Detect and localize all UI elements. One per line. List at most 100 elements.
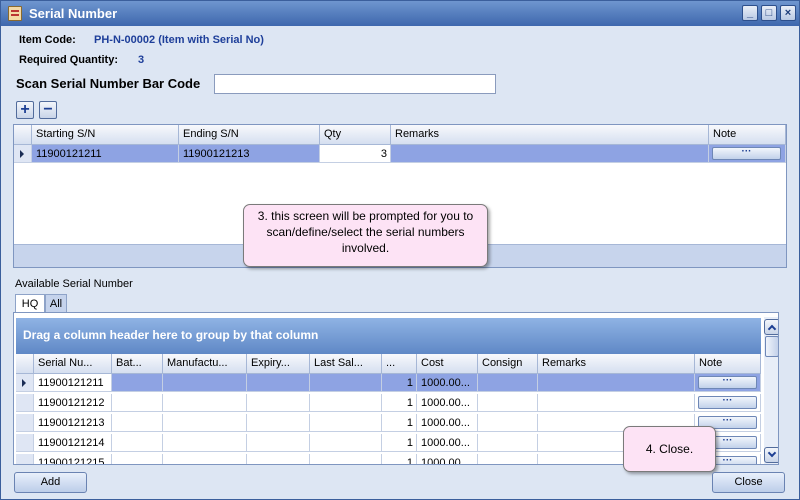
cell-ending-sn[interactable]: 11900121213: [179, 145, 320, 163]
cell-qty[interactable]: 1: [382, 374, 417, 392]
note-ellipsis-button[interactable]: ···: [698, 376, 757, 389]
scroll-up-button[interactable]: [764, 319, 778, 335]
cell-last-sale[interactable]: [310, 414, 382, 432]
serial-number-window: Serial Number _ □ × Item Code: PH-N-0000…: [0, 0, 800, 500]
cell-last-sale[interactable]: [310, 394, 382, 412]
column-manufacture[interactable]: Manufactu...: [163, 354, 247, 374]
cell-qty[interactable]: 1: [382, 454, 417, 464]
column-consign[interactable]: Consign: [478, 354, 538, 374]
add-row-button[interactable]: +: [16, 101, 34, 119]
cell-serial[interactable]: 11900121213: [34, 414, 112, 432]
plus-icon: +: [20, 101, 30, 118]
column-remarks[interactable]: Remarks: [538, 354, 695, 374]
note-ellipsis-button[interactable]: ···: [712, 147, 781, 160]
row-indicator[interactable]: [14, 145, 32, 163]
cell-remarks[interactable]: [391, 145, 709, 163]
scroll-down-button[interactable]: [764, 447, 778, 463]
close-icon: ×: [784, 7, 792, 19]
cell-serial[interactable]: 11900121215: [34, 454, 112, 464]
cell-consign[interactable]: [478, 374, 538, 392]
serial-window-icon: [8, 6, 22, 21]
cell-remarks[interactable]: [538, 394, 695, 412]
callout-step-3: 3. this screen will be prompted for you …: [243, 204, 488, 267]
cell-cost[interactable]: 1000.00...: [417, 434, 478, 452]
column-cost[interactable]: Cost: [417, 354, 478, 374]
cell-manufacture[interactable]: [163, 414, 247, 432]
column-qty-truncated[interactable]: ...: [382, 354, 417, 374]
cell-cost[interactable]: 1000.00...: [417, 374, 478, 392]
minimize-button[interactable]: _: [742, 5, 758, 21]
cell-last-sale[interactable]: [310, 374, 382, 392]
cell-qty[interactable]: 1: [382, 394, 417, 412]
column-expiry[interactable]: Expiry...: [247, 354, 310, 374]
tab-hq[interactable]: HQ: [15, 294, 45, 312]
cell-batch[interactable]: [112, 414, 163, 432]
cell-consign[interactable]: [478, 434, 538, 452]
cell-serial[interactable]: 11900121211: [34, 374, 112, 392]
cell-manufacture[interactable]: [163, 434, 247, 452]
close-button[interactable]: Close: [712, 472, 785, 493]
cell-qty[interactable]: 1: [382, 414, 417, 432]
note-ellipsis-button[interactable]: ···: [698, 396, 757, 409]
cell-consign[interactable]: [478, 454, 538, 464]
cell-expiry[interactable]: [247, 454, 310, 464]
column-note[interactable]: Note: [695, 354, 761, 374]
cell-starting-sn[interactable]: 11900121211: [32, 145, 179, 163]
callout-step-4: 4. Close.: [623, 426, 716, 472]
item-code-value: PH-N-00002 (Item with Serial No): [94, 34, 264, 46]
cell-cost[interactable]: 1000.00...: [417, 394, 478, 412]
row-indicator[interactable]: [16, 374, 34, 392]
cell-batch[interactable]: [112, 374, 163, 392]
maximize-button[interactable]: □: [761, 5, 777, 21]
cell-last-sale[interactable]: [310, 454, 382, 464]
cell-expiry[interactable]: [247, 414, 310, 432]
column-serial-number[interactable]: Serial Nu...: [34, 354, 112, 374]
cell-serial[interactable]: 11900121214: [34, 434, 112, 452]
vertical-scrollbar[interactable]: [764, 317, 778, 464]
add-button[interactable]: Add: [14, 472, 87, 493]
cell-qty-input[interactable]: 3: [320, 145, 391, 163]
remove-row-button[interactable]: −: [39, 101, 57, 119]
row-indicator[interactable]: [16, 434, 34, 452]
cell-batch[interactable]: [112, 394, 163, 412]
close-window-button[interactable]: ×: [780, 5, 796, 21]
row-indicator[interactable]: [16, 414, 34, 432]
scan-barcode-input[interactable]: [214, 74, 496, 94]
cell-last-sale[interactable]: [310, 434, 382, 452]
window-title: Serial Number: [29, 6, 118, 21]
cell-consign[interactable]: [478, 414, 538, 432]
cell-cost[interactable]: 1000.00...: [417, 414, 478, 432]
column-note[interactable]: Note: [709, 125, 786, 145]
column-qty[interactable]: Qty: [320, 125, 391, 145]
row-indicator-header: [16, 354, 34, 374]
cell-note: ···: [695, 374, 761, 392]
cell-expiry[interactable]: [247, 434, 310, 452]
cell-batch[interactable]: [112, 434, 163, 452]
title-bar: Serial Number _ □ ×: [1, 1, 799, 26]
cell-manufacture[interactable]: [163, 374, 247, 392]
tab-all[interactable]: All: [45, 294, 67, 312]
column-ending-sn[interactable]: Ending S/N: [179, 125, 320, 145]
required-quantity-label: Required Quantity:: [19, 54, 119, 66]
minimize-icon: _: [746, 7, 754, 19]
cell-manufacture[interactable]: [163, 454, 247, 464]
column-remarks[interactable]: Remarks: [391, 125, 709, 145]
cell-expiry[interactable]: [247, 374, 310, 392]
cell-manufacture[interactable]: [163, 394, 247, 412]
group-by-bar[interactable]: Drag a column header here to group by th…: [16, 318, 761, 354]
column-starting-sn[interactable]: Starting S/N: [32, 125, 179, 145]
row-indicator[interactable]: [16, 394, 34, 412]
cell-expiry[interactable]: [247, 394, 310, 412]
cell-batch[interactable]: [112, 454, 163, 464]
cell-remarks[interactable]: [538, 374, 695, 392]
row-indicator[interactable]: [16, 454, 34, 464]
column-batch[interactable]: Bat...: [112, 354, 163, 374]
cell-consign[interactable]: [478, 394, 538, 412]
row-indicator-header: [14, 125, 32, 145]
cell-note: ···: [695, 394, 761, 412]
scroll-thumb[interactable]: [765, 336, 778, 357]
cell-cost[interactable]: 1000.00...: [417, 454, 478, 464]
column-last-sale[interactable]: Last Sal...: [310, 354, 382, 374]
cell-serial[interactable]: 11900121212: [34, 394, 112, 412]
cell-qty[interactable]: 1: [382, 434, 417, 452]
